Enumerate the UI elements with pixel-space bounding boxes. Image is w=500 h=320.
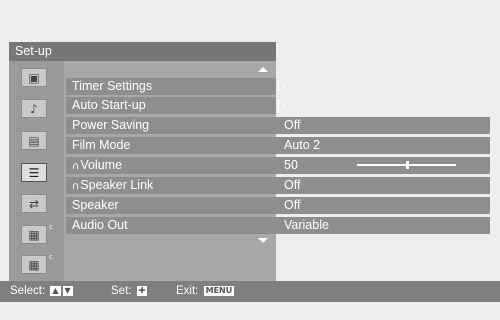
menu-item-label: Timer Settings — [66, 78, 276, 95]
select-hint: Select: ▲ ▼ — [10, 281, 73, 302]
menu-item-value: Off — [276, 117, 490, 134]
key-hint-bar: Select: ▲ ▼ Set: ✚ Exit: MENU — [0, 281, 500, 302]
category-rail: ▣ ♪ ▤ ☰ ⇄ ▦ c ▦ c — [9, 61, 64, 281]
settings-icon-2-glyph: ▦ — [28, 257, 40, 272]
picture-icon[interactable]: ▣ — [21, 68, 47, 87]
menu-item-label-wrap: ∩Volume — [66, 157, 276, 174]
submenu-arrow-icon — [278, 81, 285, 91]
menu-item-label: Volume — [80, 158, 123, 172]
volume-slider[interactable] — [357, 161, 456, 169]
tv-setup-menu: Set-up ▣ ♪ ▤ ☰ ⇄ ▦ c ▦ c Timer Settings … — [0, 0, 500, 320]
set-hint-label: Set: — [111, 285, 132, 297]
exit-hint: Exit: MENU — [176, 281, 235, 302]
submenu-arrow-icon — [278, 100, 285, 110]
menu-item-value: Off — [276, 177, 490, 194]
settings-icon-2[interactable]: ▦ c — [21, 253, 53, 274]
up-arrow-key-icon: ▲ — [50, 285, 61, 296]
menu-item-value: Variable — [276, 217, 490, 234]
enter-key-icon: ✚ — [136, 285, 148, 296]
menu-item-label-wrap: ∩Speaker Link — [66, 177, 276, 194]
menu-item-label: Speaker — [66, 197, 276, 214]
volume-slider-handle[interactable] — [405, 161, 409, 169]
menu-key-icon: MENU — [203, 285, 235, 296]
select-hint-label: Select: — [10, 285, 46, 297]
menu-item-label: Audio Out — [66, 217, 276, 234]
input-icon[interactable]: ⇄ — [21, 194, 47, 213]
menu-item-label: Power Saving — [66, 117, 276, 134]
headphone-icon: ∩ — [72, 161, 80, 172]
settings-icon-1[interactable]: ▦ c — [21, 223, 53, 244]
exit-hint-label: Exit: — [176, 285, 199, 297]
menu-item-label: Film Mode — [66, 137, 276, 154]
menu-title: Set-up — [9, 42, 276, 61]
scroll-down-icon[interactable] — [258, 238, 268, 243]
menu-item-label: Auto Start-up — [66, 97, 276, 114]
settings-icon-1-badge: c — [49, 223, 53, 231]
menu-item-label: Speaker Link — [80, 178, 154, 192]
set-hint: Set: ✚ — [111, 281, 148, 302]
settings-icon-2-badge: c — [49, 253, 53, 261]
menu-item-value: Auto 2 — [276, 137, 490, 154]
menu-item-value: 50 — [284, 158, 298, 172]
sound-note-icon[interactable]: ♪ — [21, 99, 47, 118]
scroll-up-icon[interactable] — [258, 67, 268, 72]
down-arrow-key-icon: ▼ — [62, 285, 73, 296]
settings-icon-1-glyph: ▦ — [28, 227, 40, 242]
menu-item-value: Off — [276, 197, 490, 214]
menu-item-value-wrap: 50 — [276, 157, 490, 174]
setup-icon[interactable]: ☰ — [21, 163, 47, 182]
headphone-icon: ∩ — [72, 181, 80, 192]
screen-icon[interactable]: ▤ — [21, 131, 47, 150]
